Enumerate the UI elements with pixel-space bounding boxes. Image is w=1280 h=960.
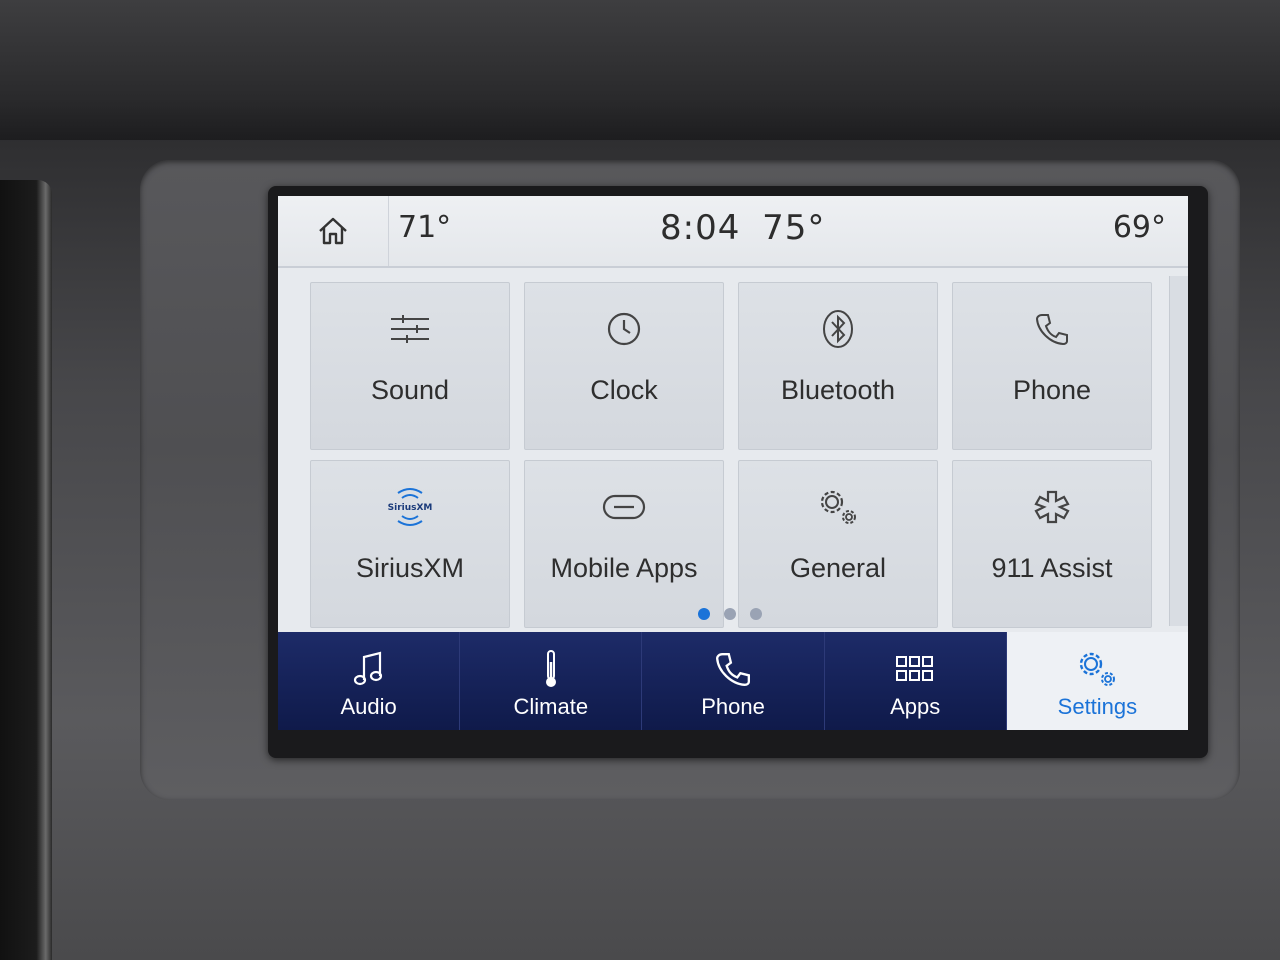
- phone-icon: [716, 653, 750, 686]
- tile-phone[interactable]: Phone: [952, 282, 1152, 450]
- tile-label: SiriusXM: [355, 553, 464, 583]
- clock-icon: [607, 312, 641, 346]
- tile-clock[interactable]: Clock: [524, 282, 724, 450]
- nav-label: Phone: [701, 694, 765, 719]
- infotainment-screen: 71° 8:04 75° 69° Sound Clock Bluetooth P…: [278, 196, 1188, 730]
- status-bar: 71° 8:04 75° 69°: [278, 196, 1188, 268]
- nav-apps[interactable]: Apps: [825, 632, 1007, 730]
- tile-general[interactable]: General: [738, 460, 938, 628]
- nav-label: Apps: [890, 694, 941, 719]
- settings-grid: Sound Clock Bluetooth Phone SiriusXM Sir…: [310, 282, 1162, 628]
- phone-icon: [1035, 314, 1068, 346]
- sliders-icon: [391, 315, 429, 343]
- tile-label: 911 Assist: [991, 553, 1113, 583]
- page-dot-2[interactable]: [724, 608, 736, 620]
- tile-label: Clock: [590, 375, 658, 405]
- page-dot-1[interactable]: [698, 608, 710, 620]
- tile-mobile-apps[interactable]: Mobile Apps: [524, 460, 724, 628]
- nav-settings[interactable]: Settings: [1006, 632, 1188, 730]
- gears-icon: [1080, 652, 1116, 686]
- nav-label: Settings: [1057, 694, 1138, 719]
- thermometer-icon: [545, 650, 556, 687]
- outside-temperature: 75°: [762, 208, 826, 248]
- apps-grid-icon: [896, 656, 934, 681]
- nav-audio[interactable]: Audio: [278, 632, 461, 730]
- nav-phone[interactable]: Phone: [642, 632, 825, 730]
- clock-readout: 8:04 75°: [660, 208, 825, 248]
- next-page-peek: [1169, 276, 1188, 626]
- tile-sound[interactable]: Sound: [310, 282, 510, 450]
- nav-climate[interactable]: Climate: [460, 632, 643, 730]
- nav-label: Audio: [340, 694, 397, 719]
- bluetooth-icon: [823, 310, 853, 348]
- home-button[interactable]: [278, 196, 389, 266]
- driver-temperature[interactable]: 71°: [398, 210, 451, 245]
- asterisk-icon: [1034, 490, 1070, 524]
- siriusxm-icon: SiriusXM: [388, 488, 433, 526]
- bottom-nav: Audio Climate Phone Apps Settings: [278, 632, 1188, 730]
- link-icon: [602, 494, 646, 520]
- tile-label: Bluetooth: [780, 375, 896, 405]
- page-dot-3[interactable]: [750, 608, 762, 620]
- time-display: 8:04: [660, 208, 741, 248]
- dashboard-top: [0, 0, 1280, 140]
- tile-label: Sound: [370, 375, 450, 405]
- music-note-icon: [353, 651, 382, 686]
- tile-label: Mobile Apps: [550, 553, 698, 583]
- tile-bluetooth[interactable]: Bluetooth: [738, 282, 938, 450]
- nav-label: Climate: [513, 694, 589, 719]
- passenger-temperature[interactable]: 69°: [1113, 210, 1166, 245]
- siriusxm-logo-text: SiriusXM: [388, 503, 433, 513]
- home-icon: [319, 217, 347, 245]
- tile-siriusxm[interactable]: SiriusXM SiriusXM: [310, 460, 510, 628]
- tile-label: General: [789, 553, 887, 583]
- tile-911-assist[interactable]: 911 Assist: [952, 460, 1152, 628]
- tile-label: Phone: [1012, 375, 1092, 405]
- page-indicator: [698, 608, 762, 620]
- gears-icon: [820, 490, 856, 524]
- air-vent: [0, 180, 52, 960]
